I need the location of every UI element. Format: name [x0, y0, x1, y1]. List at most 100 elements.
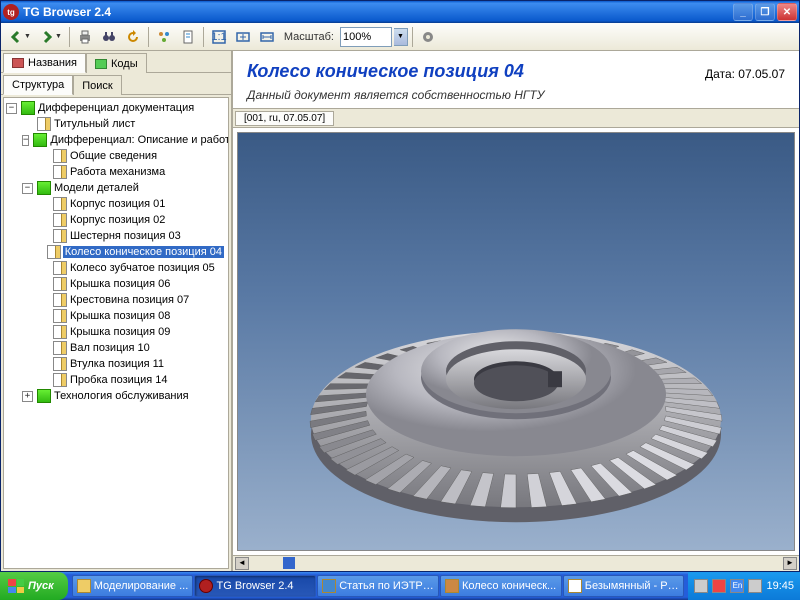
tree-item[interactable]: Вал позиция 10: [38, 340, 228, 356]
page-icon: [53, 373, 67, 387]
scroll-left-button[interactable]: ◄: [235, 557, 249, 570]
zoom-fit-button[interactable]: [232, 26, 254, 48]
page-icon: [53, 357, 67, 371]
close-button[interactable]: ✕: [777, 3, 797, 21]
page-icon: [53, 149, 67, 163]
refresh-button[interactable]: [122, 26, 144, 48]
collapse-icon[interactable]: −: [6, 103, 17, 114]
page-icon: [53, 229, 67, 243]
tree-view[interactable]: −Дифференциал документация Титульный лис…: [3, 97, 229, 569]
app-icon: [568, 579, 582, 593]
collapse-icon[interactable]: −: [22, 183, 33, 194]
tree-item[interactable]: Втулка позиция 11: [38, 356, 228, 372]
start-button[interactable]: Пуск: [0, 572, 68, 600]
zoom-width-button[interactable]: [256, 26, 278, 48]
taskbar-item[interactable]: Моделирование ...: [72, 575, 194, 597]
tree-item-selected[interactable]: Колесо коническое позиция 04: [38, 244, 228, 260]
clock[interactable]: 19:45: [766, 580, 794, 592]
settings-button[interactable]: [417, 26, 439, 48]
page-icon: [53, 197, 67, 211]
horizontal-scrollbar[interactable]: ◄ ►: [233, 555, 799, 571]
find-button[interactable]: [98, 26, 120, 48]
page-icon: [53, 325, 67, 339]
tab-structure[interactable]: Структура: [3, 75, 73, 95]
svg-text:1:1: 1:1: [211, 31, 226, 43]
gear-icon: [420, 29, 436, 45]
tray-icon[interactable]: [712, 579, 726, 593]
page-icon: [53, 277, 67, 291]
tree-item[interactable]: Шестерня позиция 03: [38, 228, 228, 244]
scale-label: Масштаб:: [280, 31, 338, 43]
model-viewer[interactable]: // generate radial bevel teeth (function…: [237, 132, 795, 551]
system-tray[interactable]: En 19:45: [688, 572, 800, 600]
tool-button-2[interactable]: [177, 26, 199, 48]
app-icon: [445, 579, 459, 593]
titlebar[interactable]: tg TG Browser 2.4 _ ❐ ✕: [1, 1, 799, 23]
panel-tabs: Структура Поиск: [1, 73, 231, 95]
zoom-100-button[interactable]: 1:1: [208, 26, 230, 48]
page-icon: [53, 309, 67, 323]
tree-item[interactable]: Титульный лист: [22, 116, 228, 132]
tray-icon[interactable]: [748, 579, 762, 593]
page-icon: [53, 293, 67, 307]
tree-item[interactable]: +Технология обслуживания: [22, 388, 228, 404]
tree-item[interactable]: Крышка позиция 06: [38, 276, 228, 292]
tree-item[interactable]: Колесо зубчатое позиция 05: [38, 260, 228, 276]
tab-codes[interactable]: Коды: [86, 53, 147, 73]
restore-button[interactable]: ❐: [755, 3, 775, 21]
zoom-fit-icon: [235, 29, 251, 45]
tree-root[interactable]: −Дифференциал документация: [6, 100, 228, 116]
page-icon: [53, 213, 67, 227]
version-tab[interactable]: [001, ru, 07.05.07]: [235, 111, 334, 126]
page-icon: [37, 117, 51, 131]
tool-button-1[interactable]: [153, 26, 175, 48]
left-panel: Названия Коды Структура Поиск −Дифференц…: [1, 51, 233, 571]
scroll-thumb[interactable]: [283, 557, 295, 569]
page-icon: [53, 165, 67, 179]
document-title: Колесо коническое позиция 04: [247, 61, 524, 82]
taskbar-item-active[interactable]: TG Browser 2.4: [194, 575, 316, 597]
collapse-icon[interactable]: −: [22, 135, 29, 146]
book-icon: [21, 101, 35, 115]
view-tabs: Названия Коды: [1, 51, 231, 73]
tree-item[interactable]: Крестовина позиция 07: [38, 292, 228, 308]
tree-item[interactable]: −Дифференциал: Описание и работа: [22, 132, 228, 148]
forward-button[interactable]: ▼: [36, 26, 65, 48]
tree-item[interactable]: Крышка позиция 09: [38, 324, 228, 340]
scroll-right-button[interactable]: ►: [783, 557, 797, 570]
tree-item[interactable]: Общие сведения: [38, 148, 228, 164]
book-icon: [37, 181, 51, 195]
tree-item[interactable]: Работа механизма: [38, 164, 228, 180]
tray-icon[interactable]: [694, 579, 708, 593]
taskbar-item[interactable]: Безымянный - Paint: [563, 575, 685, 597]
document-subtitle: Данный документ является собственностью …: [247, 88, 785, 102]
printer-icon: [77, 29, 93, 45]
page-icon: [53, 261, 67, 275]
tree-item[interactable]: Крышка позиция 08: [38, 308, 228, 324]
zoom-dropdown-button[interactable]: ▼: [394, 28, 408, 46]
toolbar: ▼ ▼ 1:1 Масштаб: ▼: [1, 23, 799, 51]
arrow-right-icon: [39, 29, 55, 45]
tree-item[interactable]: Корпус позиция 01: [38, 196, 228, 212]
app-icon: [322, 579, 336, 593]
taskbar-items: Моделирование ... TG Browser 2.4 Статья …: [68, 573, 689, 599]
app-icon: [77, 579, 91, 593]
tree-item[interactable]: Корпус позиция 02: [38, 212, 228, 228]
taskbar-item[interactable]: Колесо коническ...: [440, 575, 562, 597]
language-indicator[interactable]: En: [730, 579, 744, 593]
zoom-select[interactable]: [340, 27, 392, 47]
book-icon: [37, 389, 51, 403]
tree-item[interactable]: Пробка позиция 14: [38, 372, 228, 388]
taskbar: Пуск Моделирование ... TG Browser 2.4 Ст…: [0, 572, 800, 600]
content-panel: Колесо коническое позиция 04 Дата: 07.05…: [233, 51, 799, 571]
taskbar-item[interactable]: Статья по ИЭТР ...: [317, 575, 439, 597]
tab-names[interactable]: Названия: [3, 53, 86, 73]
minimize-button[interactable]: _: [733, 3, 753, 21]
expand-icon[interactable]: +: [22, 391, 33, 402]
print-button[interactable]: [74, 26, 96, 48]
tab-search[interactable]: Поиск: [73, 75, 121, 95]
tree-item[interactable]: −Модели деталей: [22, 180, 228, 196]
app-window: tg TG Browser 2.4 _ ❐ ✕ ▼ ▼ 1:1 Масштаб:: [0, 0, 800, 572]
back-button[interactable]: ▼: [5, 26, 34, 48]
version-tabs: [001, ru, 07.05.07]: [233, 108, 799, 128]
